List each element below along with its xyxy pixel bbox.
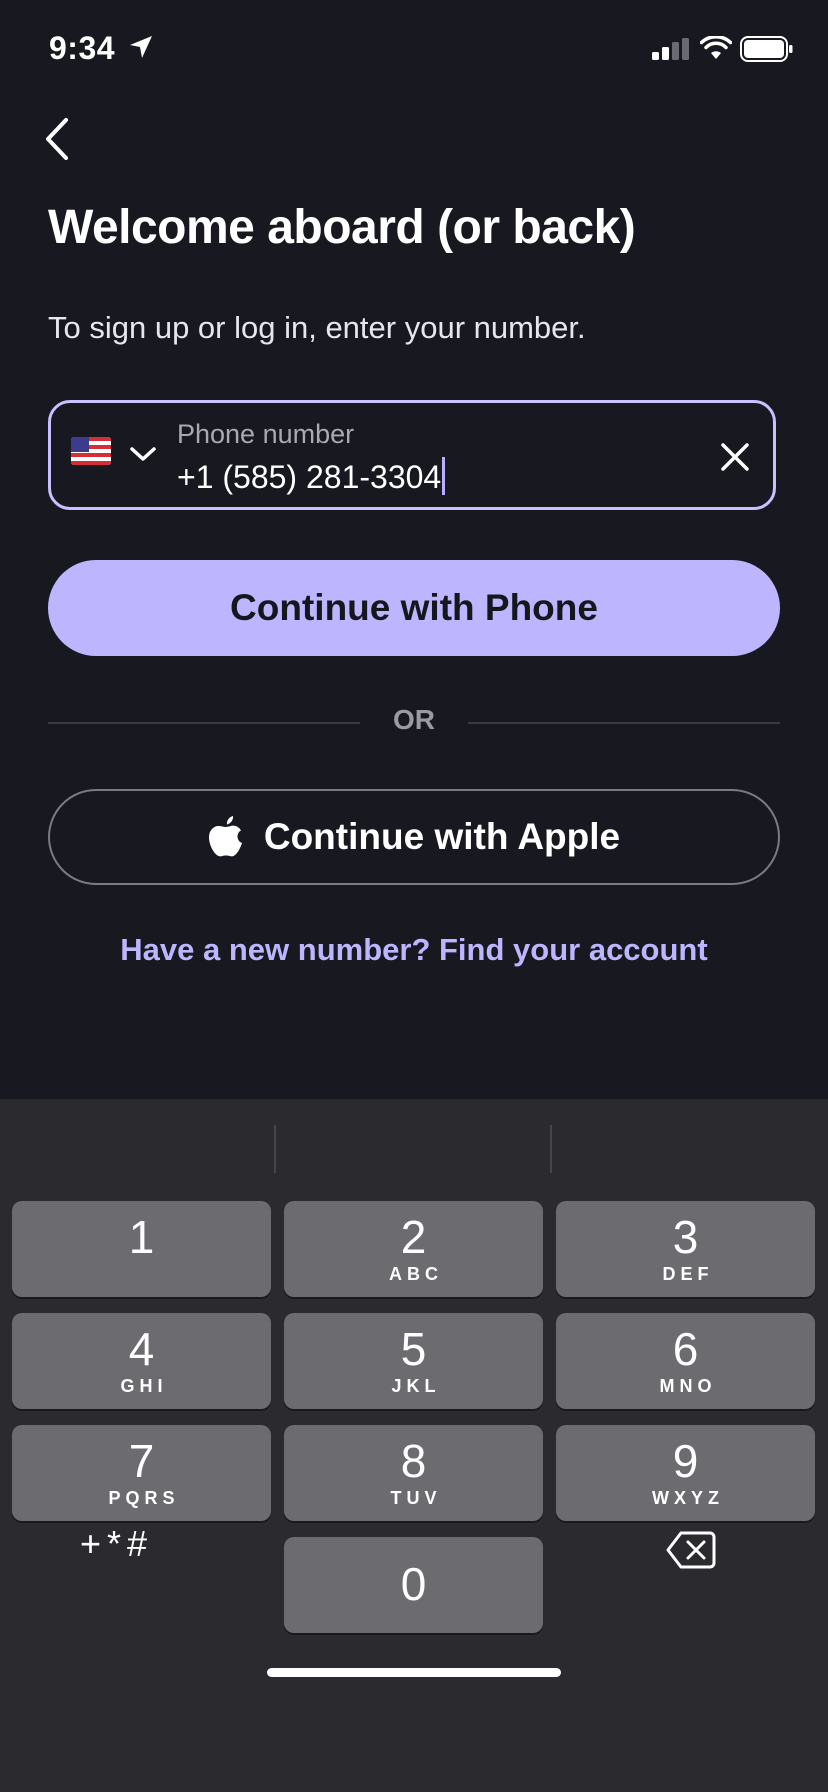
key-digit: 7 [128,1435,155,1487]
key-6[interactable]: 6 MNO [556,1313,815,1409]
find-account-link[interactable]: Have a new number? Find your account [0,932,828,968]
divider-line-right [468,722,780,724]
phone-field-value[interactable]: +1 (585) 281-3304 [177,459,441,495]
or-divider-label: OR [393,704,435,735]
continue-with-apple-label: Continue with Apple [263,816,621,857]
key-1[interactable]: 1 [12,1201,271,1297]
key-letters: DEF [662,1264,714,1284]
key-digit: 4 [128,1323,155,1375]
divider-line-left [48,722,360,724]
continue-with-apple-button[interactable]: Continue with Apple [48,789,780,885]
chevron-left-icon [46,118,68,160]
key-letters: MNO [659,1376,717,1396]
clear-button[interactable] [715,437,755,477]
key-letters: PQRS [108,1488,180,1508]
key-letters: ABC [389,1264,443,1284]
key-letters: JKL [391,1376,441,1396]
key-digit: 6 [672,1323,699,1375]
key-0[interactable]: 0 [284,1537,543,1633]
apple-logo-icon [208,816,242,857]
key-letters: WXYZ [652,1488,724,1508]
key-digit: 8 [400,1435,427,1487]
key-3[interactable]: 3 DEF [556,1201,815,1297]
home-indicator [267,1668,561,1677]
phone-number-field[interactable]: Phone number +1 (585) 281-3304 [48,400,776,510]
phone-field-input[interactable]: +1 (585) 281-3304 [177,457,446,496]
text-caret [442,457,446,495]
suggestion-divider [550,1125,552,1173]
us-flag-icon[interactable] [71,437,111,465]
key-digit: 2 [400,1211,427,1263]
key-letters: GHI [120,1376,168,1396]
status-time: 9:34 [49,30,116,66]
wifi-icon [700,36,732,59]
key-letters: TUV [390,1488,442,1508]
cellular-signal-icon [652,38,689,60]
page-subtitle: To sign up or log in, enter your number. [48,310,586,345]
chevron-down-icon[interactable] [129,445,157,463]
key-9[interactable]: 9 WXYZ [556,1425,815,1521]
close-icon [721,443,749,471]
key-digit: 0 [400,1558,427,1610]
key-7[interactable]: 7 PQRS [12,1425,271,1521]
symbols-key[interactable]: +*# [80,1523,153,1565]
key-4[interactable]: 4 GHI [12,1313,271,1409]
delete-key[interactable] [666,1531,716,1574]
backspace-icon [666,1531,716,1569]
key-digit: 9 [672,1435,699,1487]
suggestion-divider [274,1125,276,1173]
key-8[interactable]: 8 TUV [284,1425,543,1521]
key-digit: 3 [672,1211,699,1263]
location-arrow-icon [130,36,152,58]
key-digit: 5 [400,1323,427,1375]
key-digit: 1 [128,1211,155,1263]
continue-with-phone-button[interactable]: Continue with Phone [48,560,780,656]
phone-field-label: Phone number [177,419,355,449]
numeric-keyboard: 1 2 ABC 3 DEF 4 GHI 5 JKL 6 MNO 7 PQRS 8… [0,1099,828,1792]
page-title: Welcome aboard (or back) [48,201,636,254]
battery-icon [740,36,793,62]
key-5[interactable]: 5 JKL [284,1313,543,1409]
back-button[interactable] [38,112,78,166]
key-2[interactable]: 2 ABC [284,1201,543,1297]
